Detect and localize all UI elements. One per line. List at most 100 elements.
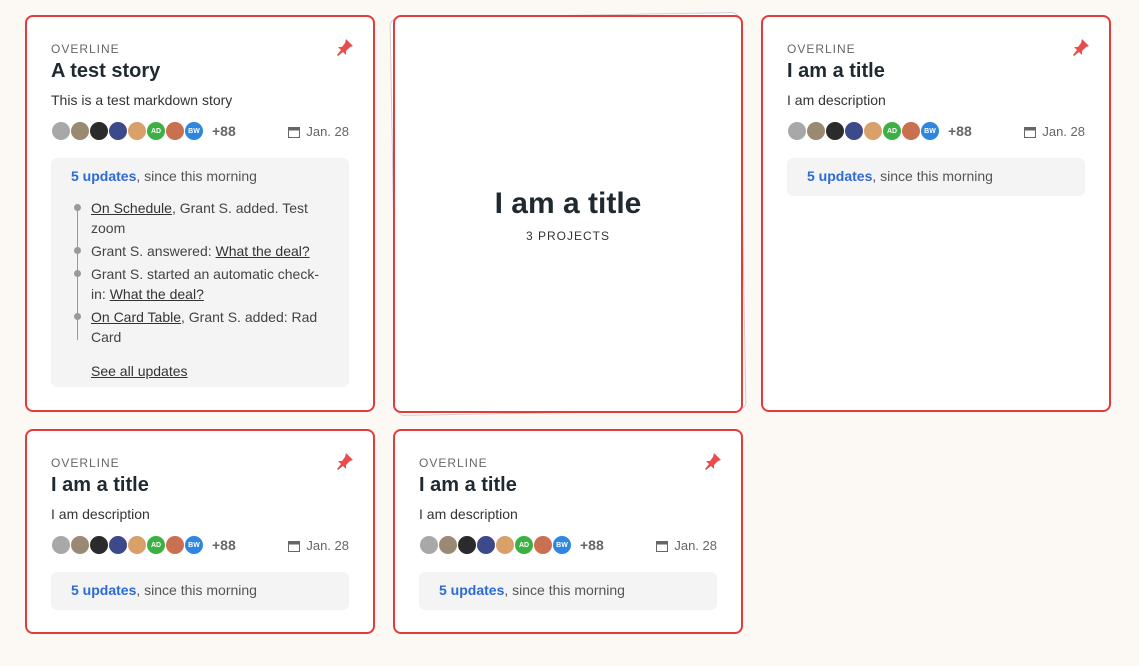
story-card[interactable]: OVERLINE I am a title I am description A… bbox=[761, 15, 1111, 412]
updates-since: , since this morning bbox=[136, 582, 257, 598]
pin-icon[interactable] bbox=[1071, 37, 1091, 57]
person-photo-icon[interactable] bbox=[70, 121, 90, 141]
pin-icon[interactable] bbox=[703, 451, 723, 471]
project-stack-card[interactable]: I am a title 3 PROJECTS bbox=[389, 11, 747, 417]
timeline-dot bbox=[74, 247, 81, 254]
updates-panel: 5 updates, since this morning bbox=[51, 572, 349, 610]
more-avatars-count[interactable]: +88 bbox=[212, 123, 236, 139]
person-photo-icon[interactable] bbox=[51, 121, 71, 141]
timeline-text: Grant S. answered: bbox=[91, 243, 216, 259]
person-photo-icon[interactable] bbox=[495, 535, 515, 555]
card-overline: OVERLINE bbox=[787, 42, 856, 56]
more-avatars-count[interactable]: +88 bbox=[580, 537, 604, 553]
avatar-initials[interactable]: BW bbox=[552, 535, 572, 555]
updates-summary: 5 updates, since this morning bbox=[439, 582, 625, 598]
person-photo-icon[interactable] bbox=[51, 535, 71, 555]
person-photo-icon[interactable] bbox=[127, 535, 147, 555]
person-photo-icon[interactable] bbox=[108, 535, 128, 555]
updates-summary: 5 updates, since this morning bbox=[71, 582, 257, 598]
card-title[interactable]: I am a title bbox=[787, 60, 885, 83]
story-card[interactable]: OVERLINE I am a title I am description A… bbox=[25, 429, 375, 634]
more-avatars-count[interactable]: +88 bbox=[948, 123, 972, 139]
calendar-icon bbox=[656, 540, 669, 552]
timeline-item: Grant S. started an automatic check-in: … bbox=[71, 264, 333, 304]
person-photo-icon[interactable] bbox=[825, 121, 845, 141]
updates-panel: 5 updates, since this morning bbox=[787, 158, 1085, 196]
timeline-link[interactable]: On Schedule bbox=[91, 200, 172, 216]
updates-panel: 5 updates, since this morning bbox=[419, 572, 717, 610]
calendar-icon bbox=[288, 540, 301, 552]
avatar-initials[interactable]: BW bbox=[184, 121, 204, 141]
person-photo-icon[interactable] bbox=[476, 535, 496, 555]
timeline-item: Grant S. answered: What the deal? bbox=[71, 241, 333, 261]
person-photo-icon[interactable] bbox=[89, 535, 109, 555]
card-description: I am description bbox=[787, 92, 886, 108]
person-photo-icon[interactable] bbox=[787, 121, 807, 141]
card-title[interactable]: I am a title bbox=[395, 187, 741, 221]
person-photo-icon[interactable] bbox=[70, 535, 90, 555]
date-label: Jan. 28 bbox=[306, 538, 349, 553]
card-title[interactable]: I am a title bbox=[419, 474, 517, 497]
timeline-link[interactable]: What the deal? bbox=[216, 243, 310, 259]
pin-icon[interactable] bbox=[335, 451, 355, 471]
story-card[interactable]: OVERLINE I am a title I am description A… bbox=[393, 429, 743, 634]
person-photo-icon[interactable] bbox=[419, 535, 439, 555]
updates-since: , since this morning bbox=[872, 168, 993, 184]
person-photo-icon[interactable] bbox=[108, 121, 128, 141]
timeline-item: On Schedule, Grant S. added. Test zoom bbox=[71, 198, 333, 238]
avatar-group[interactable]: AD BW +88 bbox=[51, 121, 236, 141]
card-date: Jan. 28 bbox=[1024, 124, 1085, 139]
card-overline: OVERLINE bbox=[51, 456, 120, 470]
stack-front-card: I am a title 3 PROJECTS bbox=[393, 15, 743, 413]
person-photo-icon[interactable] bbox=[806, 121, 826, 141]
card-description: I am description bbox=[51, 506, 150, 522]
person-photo-icon[interactable] bbox=[901, 121, 921, 141]
timeline-item: On Card Table, Grant S. added: Rad Card bbox=[71, 307, 333, 347]
calendar-icon bbox=[288, 126, 301, 138]
avatar-group[interactable]: AD BW +88 bbox=[787, 121, 972, 141]
avatar-initials[interactable]: AD bbox=[146, 535, 166, 555]
updates-summary: 5 updates, since this morning bbox=[71, 168, 257, 184]
updates-since: , since this morning bbox=[504, 582, 625, 598]
card-date: Jan. 28 bbox=[288, 538, 349, 553]
avatar-initials[interactable]: AD bbox=[514, 535, 534, 555]
avatar-initials[interactable]: AD bbox=[146, 121, 166, 141]
updates-count-link[interactable]: 5 updates bbox=[71, 168, 136, 184]
person-photo-icon[interactable] bbox=[863, 121, 883, 141]
card-description: I am description bbox=[419, 506, 518, 522]
see-all-updates-link[interactable]: See all updates bbox=[91, 363, 188, 379]
person-photo-icon[interactable] bbox=[533, 535, 553, 555]
card-title[interactable]: A test story bbox=[51, 60, 160, 83]
person-photo-icon[interactable] bbox=[89, 121, 109, 141]
more-avatars-count[interactable]: +88 bbox=[212, 537, 236, 553]
avatar-initials[interactable]: AD bbox=[882, 121, 902, 141]
timeline-dot bbox=[74, 270, 81, 277]
projects-count: 3 PROJECTS bbox=[525, 229, 610, 243]
timeline-dot bbox=[74, 204, 81, 211]
avatar-initials[interactable]: BW bbox=[184, 535, 204, 555]
pin-icon[interactable] bbox=[335, 37, 355, 57]
person-photo-icon[interactable] bbox=[844, 121, 864, 141]
person-photo-icon[interactable] bbox=[438, 535, 458, 555]
timeline-link[interactable]: On Card Table bbox=[91, 309, 181, 325]
avatar-initials[interactable]: BW bbox=[920, 121, 940, 141]
date-label: Jan. 28 bbox=[674, 538, 717, 553]
timeline-dot bbox=[74, 313, 81, 320]
timeline-link[interactable]: What the deal? bbox=[110, 286, 204, 302]
person-photo-icon[interactable] bbox=[127, 121, 147, 141]
card-overline: OVERLINE bbox=[51, 42, 120, 56]
person-photo-icon[interactable] bbox=[165, 535, 185, 555]
updates-since: , since this morning bbox=[136, 168, 257, 184]
person-photo-icon[interactable] bbox=[457, 535, 477, 555]
story-card[interactable]: OVERLINE A test story This is a test mar… bbox=[25, 15, 375, 412]
updates-count-link[interactable]: 5 updates bbox=[807, 168, 872, 184]
avatar-group[interactable]: AD BW +88 bbox=[51, 535, 236, 555]
avatar-group[interactable]: AD BW +88 bbox=[419, 535, 604, 555]
updates-count-link[interactable]: 5 updates bbox=[71, 582, 136, 598]
card-title[interactable]: I am a title bbox=[51, 474, 149, 497]
person-photo-icon[interactable] bbox=[165, 121, 185, 141]
updates-summary: 5 updates, since this morning bbox=[807, 168, 993, 184]
card-date: Jan. 28 bbox=[288, 124, 349, 139]
updates-count-link[interactable]: 5 updates bbox=[439, 582, 504, 598]
calendar-icon bbox=[1024, 126, 1037, 138]
